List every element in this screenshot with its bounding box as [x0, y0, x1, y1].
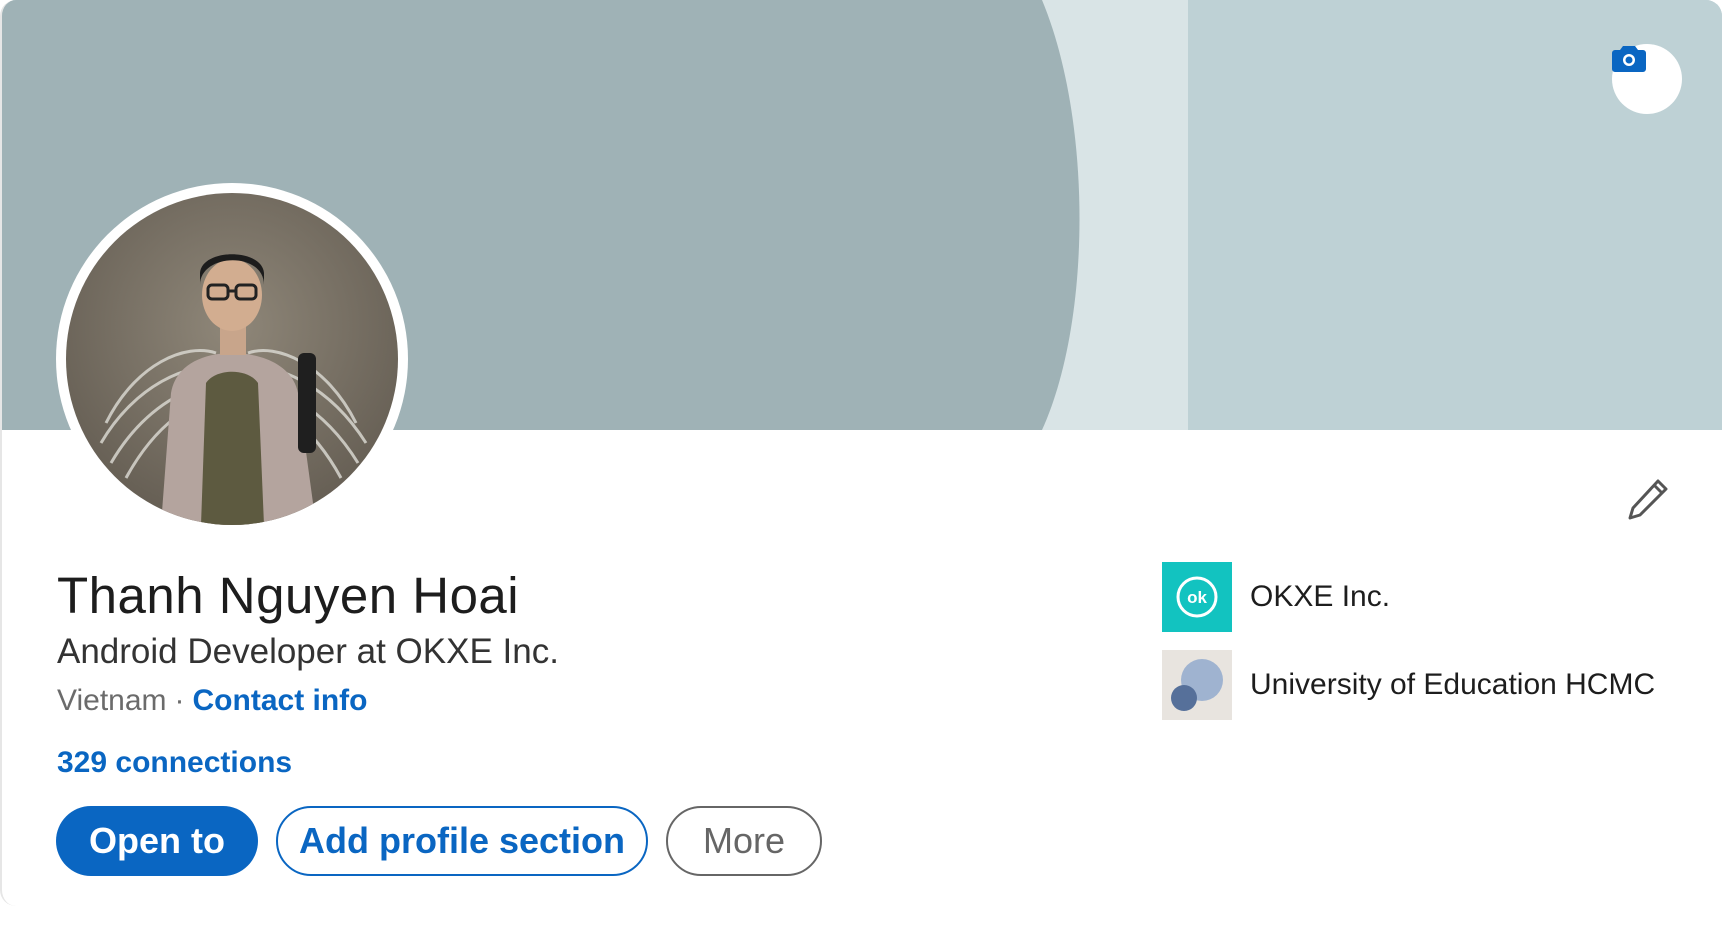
profile-headline: Android Developer at OKXE Inc.: [57, 632, 559, 671]
edit-intro-button[interactable]: [1622, 475, 1674, 527]
location-separator: ·: [174, 684, 185, 717]
company-name: OKXE Inc.: [1250, 580, 1391, 613]
contact-info-link[interactable]: Contact info: [193, 684, 368, 717]
university-logo: [1162, 650, 1232, 720]
profile-photo[interactable]: [56, 183, 408, 535]
open-to-button[interactable]: Open to: [56, 806, 258, 876]
edit-banner-button[interactable]: [1612, 44, 1682, 114]
add-profile-section-button[interactable]: Add profile section: [276, 806, 648, 876]
location-row: Vietnam · Contact info: [57, 684, 368, 718]
connections-link[interactable]: 329 connections: [57, 746, 292, 780]
profile-card: Thanh Nguyen Hoai Android Developer at O…: [0, 0, 1722, 906]
school-name: University of Education HCMC: [1250, 668, 1656, 701]
more-button[interactable]: More: [666, 806, 822, 876]
okxe-logo-text: ok: [1187, 588, 1207, 607]
education-university[interactable]: University of Education HCMC: [1162, 650, 1655, 720]
okxe-logo: ok: [1162, 562, 1232, 632]
profile-photo-image: [66, 193, 398, 525]
profile-location: Vietnam: [57, 684, 167, 717]
current-company-okxe[interactable]: ok OKXE Inc.: [1162, 562, 1390, 632]
pencil-icon: [1626, 477, 1670, 526]
profile-name: Thanh Nguyen Hoai: [57, 567, 520, 624]
